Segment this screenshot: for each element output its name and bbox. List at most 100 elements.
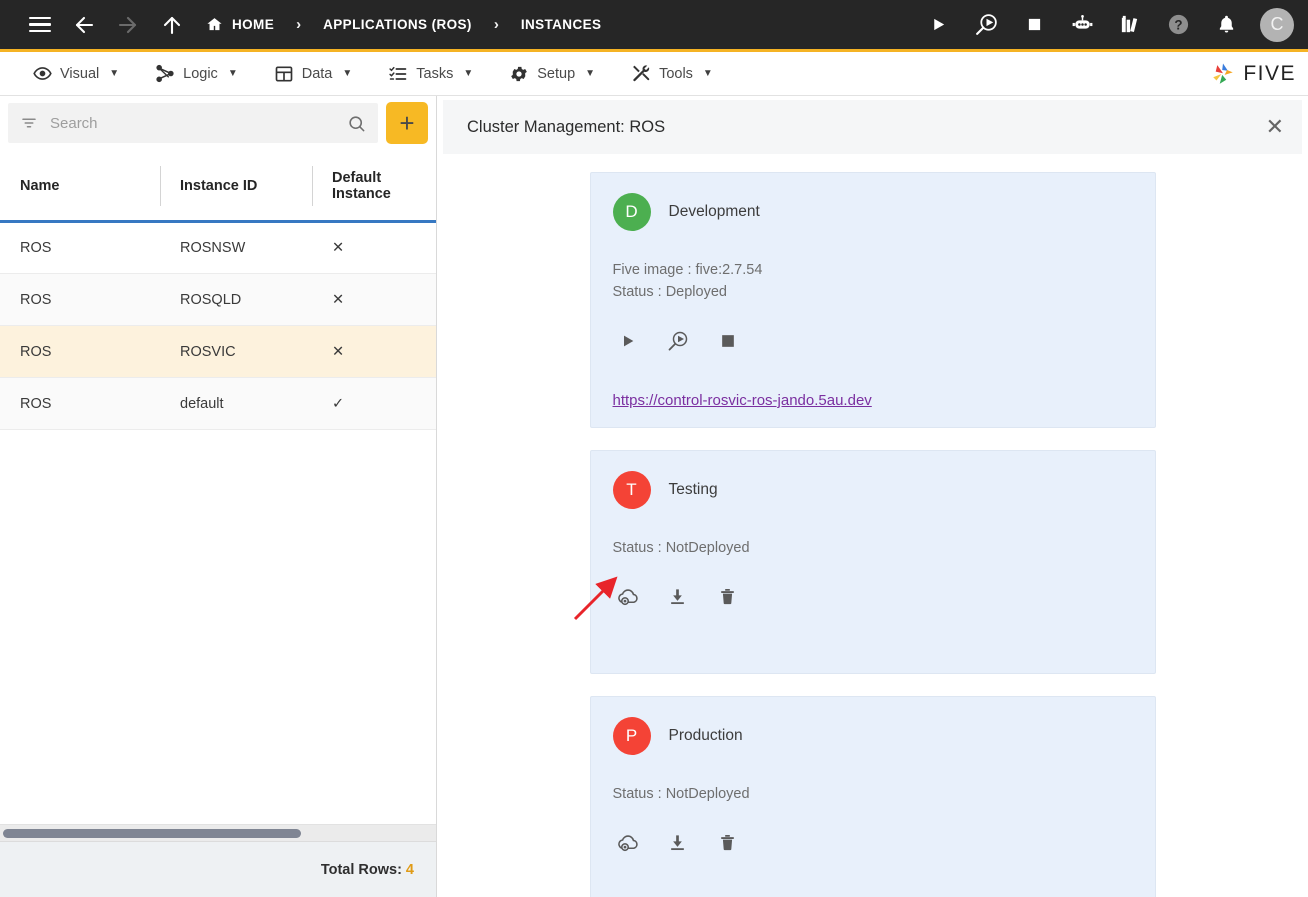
menu-item-tools[interactable]: Tools ▼ [613, 52, 731, 96]
cell-default-instance: ✕ [312, 325, 436, 378]
hamburger-menu-icon[interactable] [18, 3, 62, 47]
breadcrumb-item-applications[interactable]: APPLICATIONS (ROS) [319, 17, 476, 32]
column-header-name[interactable]: Name [0, 150, 160, 223]
arrow-right-icon[interactable] [106, 3, 150, 47]
table-row[interactable]: ROS ROSNSW ✕ [0, 221, 436, 274]
five-image-line: Five image : five:2.7.54 [612, 262, 763, 278]
menu-label: Visual [60, 65, 100, 82]
menu-label: Logic [183, 65, 218, 82]
cell-instance-id: ROSQLD [160, 273, 312, 326]
run-icon[interactable] [613, 326, 643, 356]
download-icon[interactable] [663, 581, 693, 611]
card-header: P Production [612, 716, 1133, 755]
download-icon[interactable] [663, 827, 693, 857]
table-head: Name Instance ID Default Instance [0, 150, 436, 223]
table-row[interactable]: ROS default ✓ [0, 377, 436, 430]
cell-instance-id: ROSNSW [160, 221, 312, 274]
library-icon[interactable] [1110, 5, 1150, 45]
arrow-up-icon[interactable] [150, 3, 194, 47]
chevron-down-icon: ▼ [342, 68, 353, 79]
breadcrumb-separator: › [296, 16, 302, 33]
card-actions [613, 326, 1133, 356]
environment-name: Testing [668, 480, 718, 498]
cell-name: ROS [0, 273, 160, 326]
eye-icon [32, 64, 52, 84]
add-instance-button[interactable]: + [386, 102, 428, 144]
stop-icon[interactable] [1014, 5, 1054, 45]
help-icon[interactable]: ? [1158, 5, 1198, 45]
breadcrumb: HOME › APPLICATIONS (ROS) › INSTANCES [202, 16, 605, 33]
table-body: ROS ROSNSW ✕ ROS ROSQLD ✕ ROS ROSVIC ✕ R… [0, 221, 436, 430]
horizontal-scrollbar[interactable] [0, 825, 436, 841]
column-header-default-instance[interactable]: Default Instance [312, 150, 436, 223]
svg-text:?: ? [1174, 17, 1182, 32]
search-icon[interactable] [347, 114, 366, 133]
menu-item-data[interactable]: Data ▼ [256, 52, 371, 96]
search-input[interactable]: Search [8, 103, 378, 143]
card-metadata: Status : NotDeployed [613, 783, 1133, 805]
environment-card-testing[interactable]: T Testing Status : NotDeployed [573, 449, 1156, 674]
top-navigation-bar: HOME › APPLICATIONS (ROS) › INSTANCES ? [0, 0, 1308, 52]
total-rows-value: 4 [405, 861, 414, 878]
menu-item-setup[interactable]: Setup ▼ [491, 52, 613, 96]
breadcrumb-label: HOME [232, 17, 275, 32]
table-row[interactable]: ROS ROSQLD ✕ [0, 273, 436, 326]
gear-icon [509, 64, 529, 84]
filter-icon[interactable] [20, 114, 38, 132]
environment-avatar: D [612, 193, 651, 231]
cell-name: ROS [0, 221, 160, 274]
status-line: Status : NotDeployed [612, 539, 750, 556]
status-line: Status : Deployed [612, 284, 727, 301]
cloud-deploy-icon[interactable] [613, 581, 643, 611]
debug-icon[interactable] [966, 5, 1006, 45]
environment-cards-list: D Development Five image : five:2.7.54 S… [437, 154, 1308, 897]
environment-name: Production [668, 726, 743, 744]
table-header-row: Name Instance ID Default Instance [0, 150, 436, 223]
environment-url-link[interactable]: https://control-rosvic-ros-jando.5au.dev [613, 392, 1133, 409]
chevron-down-icon: ▼ [227, 68, 238, 79]
top-nav-controls [18, 3, 194, 47]
bell-icon[interactable] [1206, 5, 1246, 45]
home-icon [206, 16, 223, 33]
card-actions [613, 827, 1133, 857]
five-pinwheel-icon [1210, 61, 1236, 87]
debug-icon[interactable] [663, 326, 693, 356]
application-menu-bar: Visual ▼ Logic ▼ Data ▼ Tasks ▼ Setup ▼ [0, 52, 1308, 96]
user-avatar[interactable]: C [1260, 7, 1294, 42]
cloud-deploy-icon[interactable] [613, 827, 643, 857]
cell-instance-id: ROSVIC [160, 325, 312, 378]
search-placeholder: Search [50, 114, 98, 132]
arrow-left-icon[interactable] [62, 3, 106, 47]
menu-label: Data [301, 65, 333, 82]
breadcrumb-item-home[interactable]: HOME [202, 16, 278, 33]
avatar-initial: C [1270, 14, 1284, 34]
breadcrumb-label: APPLICATIONS (ROS) [323, 17, 472, 32]
scrollbar-thumb[interactable] [3, 828, 301, 838]
close-icon[interactable]: ✕ [1266, 116, 1284, 138]
avatar-initial: P [625, 725, 638, 745]
status-line: Status : NotDeployed [612, 785, 750, 802]
menu-item-logic[interactable]: Logic ▼ [137, 52, 256, 96]
chevron-down-icon: ▼ [702, 68, 713, 79]
stop-icon[interactable] [713, 326, 743, 356]
chatbot-icon[interactable] [1062, 5, 1102, 45]
five-brand-logo: FIVE [1210, 61, 1296, 87]
breadcrumb-item-instances[interactable]: INSTANCES [517, 17, 606, 32]
run-icon[interactable] [918, 5, 958, 45]
nodes-icon [155, 64, 175, 84]
cell-name: ROS [0, 325, 160, 378]
menu-item-visual[interactable]: Visual ▼ [14, 52, 137, 96]
delete-icon[interactable] [713, 581, 743, 611]
table-row-selected[interactable]: ROS ROSVIC ✕ [0, 325, 436, 378]
avatar-initial: T [626, 479, 637, 499]
menu-item-tasks[interactable]: Tasks ▼ [370, 52, 491, 96]
column-header-instance-id[interactable]: Instance ID [160, 150, 312, 223]
environment-card-development[interactable]: D Development Five image : five:2.7.54 S… [589, 172, 1156, 428]
environment-card-production[interactable]: P Production Status : NotDeployed [589, 695, 1156, 897]
delete-icon[interactable] [713, 827, 743, 857]
table-icon [274, 64, 294, 84]
page-title: Cluster Management: ROS [467, 117, 666, 136]
menu-label: Tools [659, 65, 693, 82]
instances-list-panel: Search + Name Instance ID Default Instan… [0, 96, 437, 897]
environment-avatar: T [612, 470, 651, 509]
